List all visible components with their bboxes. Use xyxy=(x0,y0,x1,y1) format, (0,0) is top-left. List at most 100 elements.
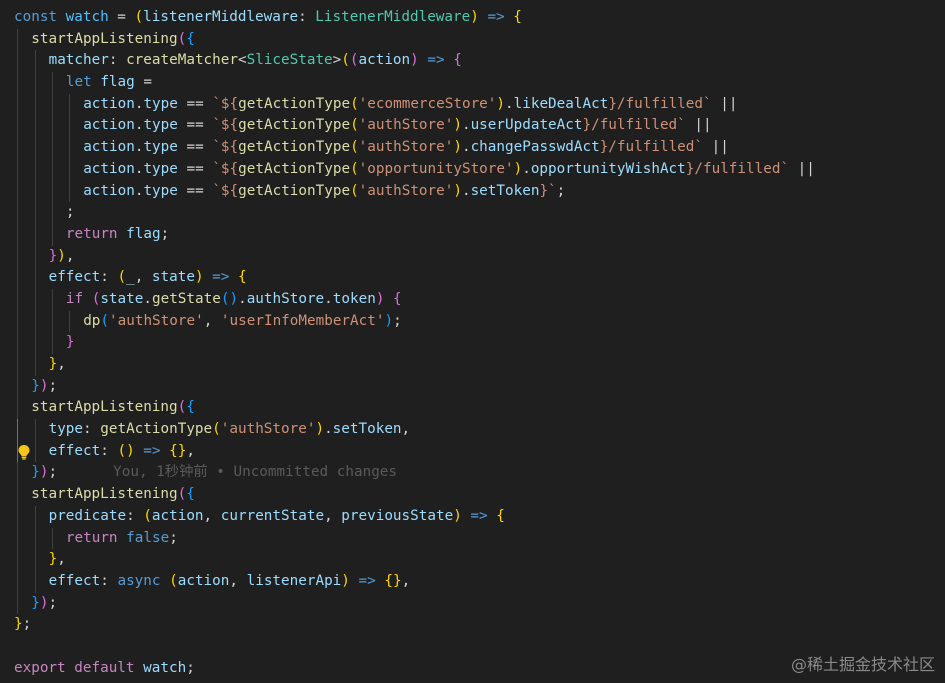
code-token: ; xyxy=(169,529,178,546)
code-token: } xyxy=(14,616,23,633)
code-text[interactable]: }, xyxy=(49,354,66,376)
code-text[interactable]: }); xyxy=(31,593,57,615)
code-text[interactable]: ; xyxy=(66,202,75,224)
code-line[interactable]: let flag = xyxy=(0,72,945,94)
code-text[interactable]: }), xyxy=(49,246,75,268)
code-editor[interactable]: const watch = (listenerMiddleware: Liste… xyxy=(0,7,945,679)
indent-guide xyxy=(17,93,18,116)
git-blame-annotation: You, 1秒钟前 • Uncommitted changes xyxy=(113,464,398,481)
code-token: type xyxy=(143,160,178,177)
code-token: getActionType xyxy=(238,139,351,156)
code-text[interactable]: type: getActionType('authStore').setToke… xyxy=(49,419,411,441)
code-line[interactable]: effect: async (action, listenerApi) => {… xyxy=(0,570,945,593)
code-token: matcher xyxy=(48,52,109,69)
code-line[interactable]: }); xyxy=(0,375,945,398)
code-text[interactable]: return false; xyxy=(66,528,178,550)
code-line[interactable]: action. type == `${getActionType('authSto… xyxy=(0,180,945,203)
code-text[interactable]: startAppListening({ xyxy=(31,397,195,419)
code-token: ( xyxy=(350,117,359,134)
code-line[interactable]: }, xyxy=(0,549,945,571)
code-line[interactable]: action. type == `${getActionType('authSto… xyxy=(0,137,945,159)
code-text[interactable]: }, xyxy=(49,549,66,571)
code-line[interactable]: const watch = (listenerMiddleware: Liste… xyxy=(0,7,945,29)
code-token: predicate xyxy=(48,507,127,524)
code-token: startAppListening xyxy=(31,30,178,47)
code-line[interactable]: effect: (_, state) => { xyxy=(0,267,945,289)
code-text[interactable]: action. type == `${getActionType('authSto… xyxy=(83,115,711,137)
code-line[interactable]: }); xyxy=(0,592,945,615)
code-line[interactable]: action. type == `${getActionType('ecommer… xyxy=(0,93,945,116)
code-line[interactable]: } xyxy=(0,332,945,354)
lightbulb-icon[interactable] xyxy=(17,444,31,460)
code-token: ( xyxy=(169,572,178,589)
code-token: , xyxy=(65,247,75,264)
code-line[interactable]: action. type == `${getActionType('opportu… xyxy=(0,158,945,181)
code-text[interactable]: action. type == `${getActionType('ecommer… xyxy=(83,94,737,116)
code-line[interactable]: matcher: createMatcher<SliceState>((acti… xyxy=(0,50,945,73)
code-line[interactable]: return false; xyxy=(0,527,945,550)
code-line[interactable]: return flag; xyxy=(0,223,945,246)
code-text[interactable]: let flag = xyxy=(66,72,152,94)
code-token: ( xyxy=(350,95,359,112)
code-line[interactable]: ; xyxy=(0,202,945,224)
code-line[interactable]: }), xyxy=(0,245,945,268)
code-token: startAppListening xyxy=(31,399,178,416)
code-text[interactable]: export default watch; xyxy=(14,658,195,680)
code-token: : xyxy=(108,52,127,69)
indent-guide xyxy=(35,137,36,159)
code-token: likeDealAct xyxy=(513,95,609,112)
code-line[interactable]: if (state.getState().authStore.token) { xyxy=(0,288,945,311)
code-token: action xyxy=(151,507,204,524)
code-line[interactable]: }, xyxy=(0,354,945,376)
code-token: || xyxy=(685,117,712,134)
indent-guide xyxy=(35,419,36,441)
code-token: ; xyxy=(160,225,170,242)
code-token: }/fulfilled` xyxy=(608,95,712,112)
code-text[interactable]: const watch = (listenerMiddleware: Liste… xyxy=(14,7,522,29)
code-text[interactable]: }; xyxy=(14,614,31,636)
indent-guide xyxy=(69,137,70,159)
indent-guide xyxy=(35,72,36,94)
code-line[interactable]: dp('authStore', 'userInfoMemberAct'); xyxy=(0,310,945,333)
code-text[interactable]: if (state.getState().authStore.token) { xyxy=(66,289,402,311)
code-line[interactable]: }); You, 1秒钟前 • Uncommitted changes xyxy=(0,462,945,485)
code-text[interactable]: action. type == `${getActionType('authSto… xyxy=(83,181,565,203)
code-token: . xyxy=(238,290,247,307)
code-token: `${ xyxy=(212,139,239,156)
code-text[interactable]: }); You, 1秒钟前 • Uncommitted changes xyxy=(31,462,397,484)
code-text[interactable]: }); xyxy=(31,376,57,398)
code-line[interactable]: effect: () => {}, xyxy=(0,440,945,463)
code-text[interactable]: action. type == `${getActionType('opportu… xyxy=(83,159,815,181)
code-line[interactable]: startAppListening({ xyxy=(0,397,945,420)
code-line[interactable]: startAppListening({ xyxy=(0,28,945,51)
code-token: 'ecommerceStore' xyxy=(358,95,497,112)
code-text[interactable]: matcher: createMatcher<SliceState>((acti… xyxy=(49,50,462,72)
code-line[interactable]: predicate: (action, currentState, previo… xyxy=(0,505,945,528)
indent-guide xyxy=(17,137,18,159)
code-text[interactable]: startAppListening({ xyxy=(31,29,195,51)
code-token: || xyxy=(789,160,815,177)
code-text[interactable]: } xyxy=(66,332,75,354)
code-line[interactable]: action. type == `${getActionType('authSto… xyxy=(0,115,945,138)
code-text[interactable]: dp('authStore', 'userInfoMemberAct'); xyxy=(83,311,402,333)
code-text[interactable]: effect: (_, state) => { xyxy=(49,267,247,289)
code-text[interactable]: return flag; xyxy=(66,224,169,246)
code-text[interactable]: effect: async (action, listenerApi) => {… xyxy=(49,571,411,593)
code-text[interactable]: predicate: (action, currentState, previo… xyxy=(49,506,505,528)
code-line[interactable]: type: getActionType('authStore').setToke… xyxy=(0,419,945,441)
code-token: , xyxy=(401,421,411,438)
code-token: ) xyxy=(39,594,49,611)
code-line[interactable]: startAppListening({ xyxy=(0,484,945,506)
code-text[interactable]: action. type == `${getActionType('authSto… xyxy=(83,137,729,159)
code-token: action xyxy=(83,182,135,199)
code-token: ) xyxy=(57,247,66,264)
indent-guide xyxy=(17,505,18,528)
code-line[interactable]: }; xyxy=(0,614,945,636)
indent-guide xyxy=(52,93,53,116)
code-token: 'authStore' xyxy=(358,117,454,134)
code-text[interactable]: startAppListening({ xyxy=(31,484,195,506)
code-text[interactable]: effect: () => {}, xyxy=(49,441,195,463)
code-token: effect xyxy=(48,442,101,459)
